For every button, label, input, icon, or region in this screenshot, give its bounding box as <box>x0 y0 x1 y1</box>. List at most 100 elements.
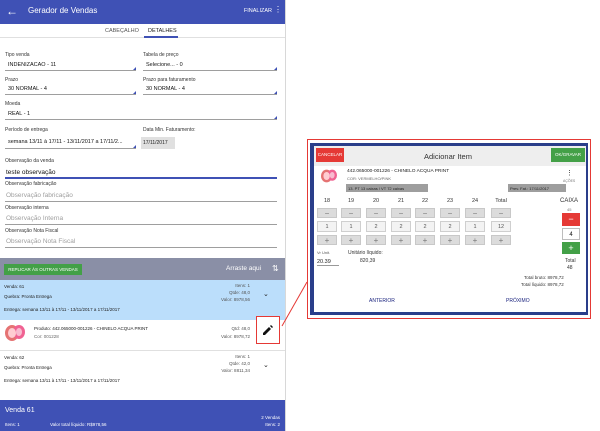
finalizar-button[interactable]: FINALIZAR <box>244 8 272 14</box>
vr-unit-label: Vr Unit. <box>317 250 331 255</box>
dropdown-icon <box>274 67 277 70</box>
caixa-increment-button[interactable]: + <box>562 242 580 254</box>
replicar-button[interactable]: REPLICAR ÀS OUTRAS VENDAS <box>4 264 82 275</box>
arrow-left-icon[interactable]: ← <box>6 4 18 18</box>
venda-number: Venda: 62 <box>4 355 25 360</box>
obs-fabricacao-input[interactable]: Observação fabricação <box>6 192 73 199</box>
increment-button[interactable]: + <box>440 235 460 245</box>
tabela-preco-select[interactable]: Selecione... - 0 <box>146 62 183 68</box>
periodo-entrega-select[interactable]: semana 13/11 à 17/11 - 13/11/2017 a 17/1… <box>8 139 135 145</box>
increment-button[interactable]: + <box>491 235 511 245</box>
moeda-label: Moeda <box>5 101 21 107</box>
venda-qtde: Qtde: 42,0 <box>228 361 250 366</box>
decrement-button[interactable]: − <box>366 208 386 218</box>
tab-detalhes[interactable]: DETALHES <box>148 28 177 34</box>
app-title: Gerador de Vendas <box>28 6 98 15</box>
prazo-faturamento-label: Prazo para faturamento <box>143 77 196 83</box>
size-header: 23 <box>446 198 454 204</box>
kebab-icon[interactable]: ⋮ <box>566 169 573 177</box>
decrement-button[interactable]: − <box>440 208 460 218</box>
venda-row-62[interactable]: Venda: 62 Quebra: Pronta Entrega Entrega… <box>0 350 285 390</box>
obs-nota-input[interactable]: Observação Nota Fiscal <box>6 238 75 245</box>
increment-button[interactable]: + <box>415 235 435 245</box>
dialog-product-color: COR: VERMELHO/PINK <box>347 176 392 181</box>
app-bar: ← Gerador de Vendas FINALIZAR ⋮ <box>0 0 285 24</box>
prazo-faturamento-select[interactable]: 30 NORMAL - 4 <box>146 86 185 92</box>
venda-entrega: Entrega: semana 13/11 à 17/11 - 13/11/20… <box>4 307 120 312</box>
anterior-button[interactable]: ANTERIOR <box>369 298 395 304</box>
size-qty[interactable]: 2 <box>415 221 435 232</box>
increment-button[interactable]: + <box>317 235 337 245</box>
produto-row[interactable]: Produto: 442.065000-001226 - CHINELO ACQ… <box>0 320 285 350</box>
size-qty[interactable]: 1 <box>317 221 337 232</box>
caixa-qty[interactable]: 4 <box>562 228 580 240</box>
dropdown-icon <box>133 91 136 94</box>
decrement-button[interactable]: − <box>391 208 411 218</box>
venda-valor: Valor: 8978,56 <box>221 297 250 302</box>
size-qty[interactable]: 2 <box>440 221 460 232</box>
venda-row-61[interactable]: Venda: 61 Quebra: Pronta Entrega Entrega… <box>0 280 285 320</box>
increment-button[interactable]: + <box>341 235 361 245</box>
vr-unit-input[interactable]: 20.39 <box>317 259 339 266</box>
caixa-decrement-button[interactable]: − <box>562 213 580 226</box>
cancelar-button[interactable]: CANCELAR <box>316 148 344 162</box>
produto-valor: Valor: 8978,72 <box>221 334 250 339</box>
venda-itens: Itens: 1 <box>235 354 250 359</box>
dropdown-icon <box>274 91 277 94</box>
total-value: 48 <box>567 265 573 271</box>
tipo-venda-select[interactable]: INDENIZACAO - 11 <box>8 62 56 68</box>
data-faturamento-label: Data Min. Faturamento: <box>143 127 196 133</box>
obs-venda-underline <box>5 177 277 179</box>
obs-interna-input[interactable]: Observação Interna <box>6 215 63 222</box>
footer-vendas-count: 2 Vendas <box>261 415 280 420</box>
tab-bar: CABEÇALHO DETALHES <box>0 24 285 38</box>
size-header: Total <box>495 198 507 204</box>
size-qty[interactable]: 2 <box>366 221 386 232</box>
size-qty[interactable]: 2 <box>391 221 411 232</box>
tabela-preco-underline <box>143 70 277 71</box>
increment-button[interactable]: + <box>391 235 411 245</box>
tab-cabecalho[interactable]: CABEÇALHO <box>105 28 139 34</box>
size-qty[interactable]: 1 <box>465 221 485 232</box>
increment-button[interactable]: + <box>465 235 485 245</box>
decrement-button[interactable]: − <box>491 208 511 218</box>
arraste-aqui-label: Arraste aqui <box>226 265 262 272</box>
proximo-button[interactable]: PRÓXIMO <box>506 298 530 304</box>
venda-qtde: Qtde: 48,0 <box>228 290 250 295</box>
total-liquido: Total líquido: 8978,72 <box>521 282 564 287</box>
decrement-button[interactable]: − <box>317 208 337 218</box>
venda-entrega: Entrega: semana 13/11 à 17/11 - 13/11/20… <box>4 378 120 383</box>
decrement-button[interactable]: − <box>465 208 485 218</box>
decrement-button[interactable]: − <box>415 208 435 218</box>
produto-nome: Produto: 442.065000-001226 - CHINELO ACQ… <box>34 326 149 331</box>
kebab-icon[interactable]: ⋮ <box>274 5 282 14</box>
moeda-select[interactable]: REAL - 1 <box>8 111 30 117</box>
moeda-underline <box>5 119 277 120</box>
edit-button[interactable] <box>256 316 280 344</box>
tab-indicator <box>144 36 178 38</box>
pencil-icon <box>263 325 273 335</box>
sort-arrows-icon[interactable]: ⇅ <box>272 264 279 273</box>
acoes-label: AÇÕES <box>563 179 576 183</box>
ok-gravar-button[interactable]: OK/GRAVAR <box>551 148 585 162</box>
venda-itens: Itens: 1 <box>235 283 250 288</box>
periodo-entrega-label: Período de entrega <box>5 127 48 133</box>
data-faturamento-value[interactable]: 17/11/2017 <box>141 137 175 149</box>
unitario-liquido-value: 820,39 <box>360 258 376 264</box>
phone-screen: ← Gerador de Vendas FINALIZAR ⋮ CABEÇALH… <box>0 0 286 431</box>
footer-itens-right: Itens: 2 <box>265 422 280 427</box>
dropdown-icon <box>274 116 277 119</box>
increment-button[interactable]: + <box>366 235 386 245</box>
tipo-venda-label: Tipo venda <box>5 52 30 58</box>
size-header: 22 <box>421 198 429 204</box>
chevron-down-icon[interactable]: ⌄ <box>263 361 269 369</box>
obs-venda-input[interactable]: teste observação <box>6 169 56 176</box>
footer-summary: Venda 61 Itens: 1 Valor total líquido: R… <box>0 400 285 431</box>
decrement-button[interactable]: − <box>341 208 361 218</box>
chevron-down-icon[interactable]: ⌄ <box>263 290 269 298</box>
dropdown-icon <box>133 145 136 148</box>
dropdown-icon <box>133 67 136 70</box>
size-qty[interactable]: 1 <box>341 221 361 232</box>
produto-qtd: Qtd: 48,0 <box>231 326 250 331</box>
prazo-select[interactable]: 30 NORMAL - 4 <box>8 86 47 92</box>
